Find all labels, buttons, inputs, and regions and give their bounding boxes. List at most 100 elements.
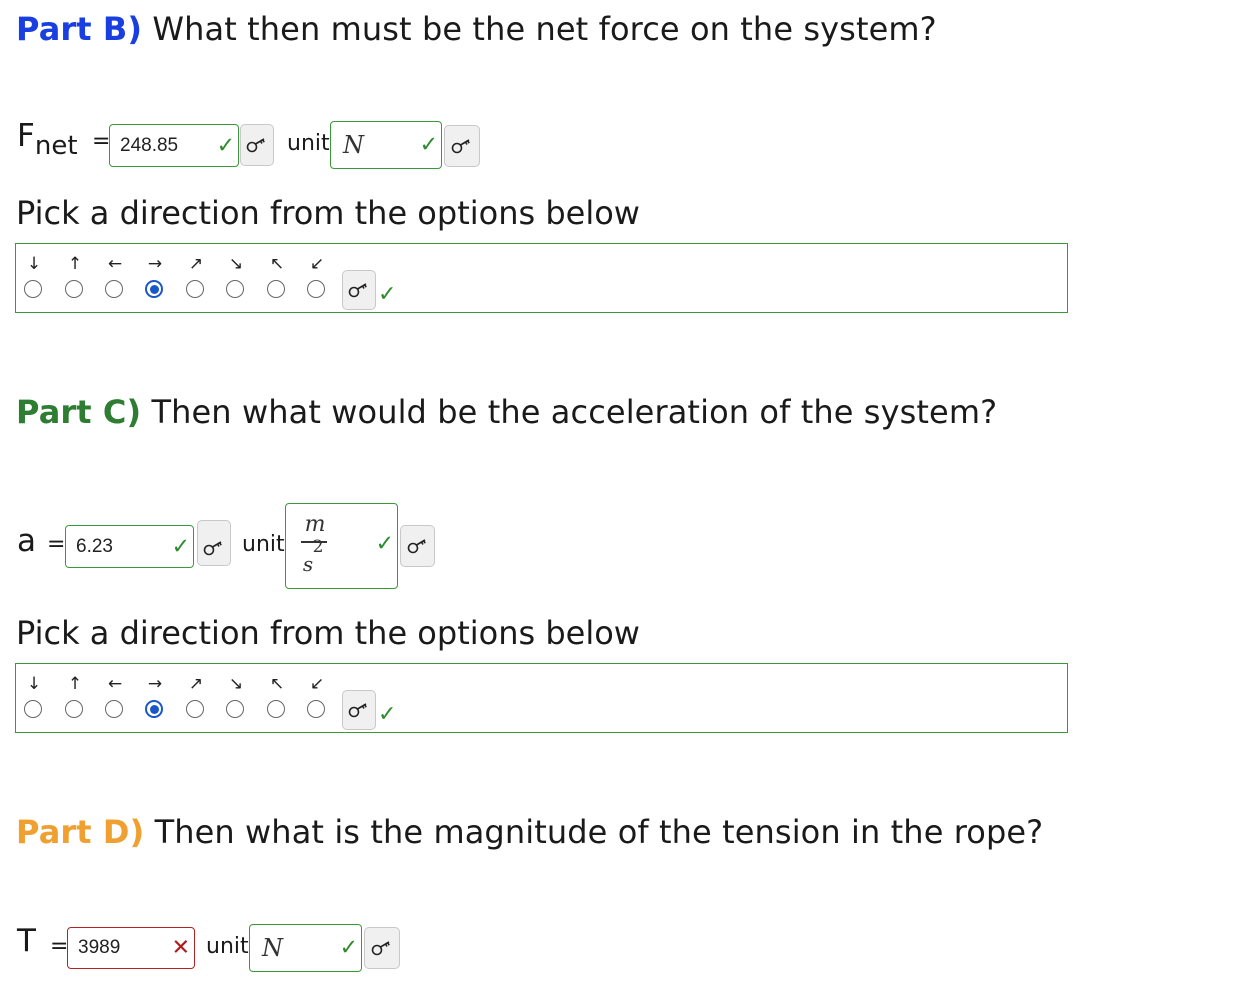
arrow-up-left-icon: ↖ (269, 254, 285, 274)
a-unit-check-icon: ✓ (375, 531, 394, 557)
part-b-question: What then must be the net force on the s… (142, 10, 937, 48)
fnet-unit-text: N (343, 131, 364, 159)
arrow-up-left-icon: ↖ (269, 674, 285, 694)
part-c-direction-key-button[interactable] (342, 690, 376, 730)
arrow-down-left-icon: ↙ (309, 674, 325, 694)
fnet-key-button[interactable] (240, 124, 274, 166)
a-value-check-icon: ✓ (171, 534, 190, 559)
fnet-variable: Fnet (17, 118, 78, 161)
part-b-dir-up-right[interactable]: ↗ (184, 244, 208, 308)
arrow-down-right-icon: ↘ (228, 254, 244, 274)
part-d-label: Part D) (16, 813, 145, 851)
radio-button[interactable] (226, 700, 244, 718)
radio-button[interactable] (65, 280, 83, 298)
part-b-direction-group: ↓ ↑ ← → ↗ ↘ ↖ ↙ ✓ (15, 243, 1068, 313)
key-icon (348, 703, 367, 718)
t-value-text: 3989 (78, 937, 121, 958)
radio-button[interactable] (24, 280, 42, 298)
a-key-button[interactable] (197, 520, 231, 566)
part-d-question: Then what is the magnitude of the tensio… (144, 813, 1044, 851)
t-unit-key-button[interactable] (364, 927, 400, 969)
part-c-dir-up-right[interactable]: ↗ (184, 664, 208, 728)
a-value-input[interactable]: 6.23 ✓ (65, 525, 194, 568)
fnet-var-main: F (17, 118, 35, 154)
fnet-value-text: 248.85 (120, 134, 179, 156)
part-c-label: Part C) (16, 393, 142, 431)
arrow-down-right-icon: ↘ (228, 674, 244, 694)
key-icon (451, 139, 470, 154)
t-value-input[interactable]: 3989 ✕ (67, 927, 195, 969)
part-c-direction-prompt: Pick a direction from the options below (16, 614, 640, 652)
arrow-up-icon: ↑ (67, 674, 83, 694)
part-d-heading: Part D) Then what is the magnitude of th… (16, 813, 1043, 851)
radio-button[interactable] (226, 280, 244, 298)
part-c-direction-check-icon: ✓ (378, 702, 397, 727)
part-b-dir-up[interactable]: ↑ (63, 244, 87, 308)
part-c-dir-up[interactable]: ↑ (63, 664, 87, 728)
part-b-dir-down-left[interactable]: ↙ (305, 244, 329, 308)
unit-numerator: m (304, 512, 326, 537)
a-variable: a (17, 523, 36, 559)
part-b-direction-check-icon: ✓ (378, 282, 397, 307)
arrow-left-icon: ← (107, 254, 123, 274)
arrow-up-icon: ↑ (67, 254, 83, 274)
radio-button[interactable] (186, 280, 204, 298)
radio-button[interactable] (105, 700, 123, 718)
t-unit-input[interactable]: N ✓ (249, 924, 362, 972)
part-b-label: Part B) (16, 10, 143, 48)
part-b-direction-key-button[interactable] (342, 270, 376, 310)
fnet-unit-label: unit (287, 131, 330, 156)
radio-button-selected[interactable] (145, 280, 163, 298)
fnet-unit-key-button[interactable] (444, 125, 480, 167)
fnet-value-check-icon: ✓ (216, 133, 235, 158)
t-unit-text: N (262, 934, 283, 962)
part-b-direction-prompt: Pick a direction from the options below (16, 194, 640, 232)
part-c-direction-group: ↓ ↑ ← → ↗ ↘ ↖ ↙ ✓ (15, 663, 1068, 733)
a-unit-key-button[interactable] (400, 525, 435, 567)
t-unit-label: unit (206, 934, 249, 959)
key-icon (246, 138, 265, 153)
radio-button[interactable] (186, 700, 204, 718)
arrow-up-right-icon: ↗ (188, 674, 204, 694)
a-equals: = (47, 532, 66, 557)
fnet-equals: = (92, 129, 111, 154)
part-c-dir-down-right[interactable]: ↘ (224, 664, 248, 728)
part-c-dir-right[interactable]: → (143, 664, 167, 728)
t-unit-check-icon: ✓ (339, 935, 358, 961)
part-c-dir-down[interactable]: ↓ (22, 664, 46, 728)
fnet-value-input[interactable]: 248.85 ✓ (109, 124, 239, 167)
radio-button[interactable] (267, 700, 285, 718)
part-b-dir-left[interactable]: ← (103, 244, 127, 308)
radio-button[interactable] (267, 280, 285, 298)
a-value-text: 6.23 (76, 535, 113, 557)
t-equals: = (50, 934, 69, 959)
arrow-down-left-icon: ↙ (309, 254, 325, 274)
t-value-cross-icon: ✕ (171, 935, 190, 961)
radio-button[interactable] (307, 280, 325, 298)
fnet-var-sub: net (34, 131, 78, 161)
a-unit-input[interactable]: m s 2 ✓ (285, 503, 398, 589)
part-b-dir-right[interactable]: → (143, 244, 167, 308)
fnet-unit-input[interactable]: N ✓ (330, 121, 442, 169)
radio-button[interactable] (307, 700, 325, 718)
part-c-dir-left[interactable]: ← (103, 664, 127, 728)
part-b-dir-up-left[interactable]: ↖ (265, 244, 289, 308)
unit-exponent: 2 (312, 537, 324, 557)
arrow-right-icon: → (147, 254, 163, 274)
arrow-right-icon: → (147, 674, 163, 694)
radio-button[interactable] (105, 280, 123, 298)
radio-button[interactable] (24, 700, 42, 718)
radio-button-selected[interactable] (145, 700, 163, 718)
t-variable: T (17, 923, 36, 959)
key-icon (348, 283, 367, 298)
part-c-dir-up-left[interactable]: ↖ (265, 664, 289, 728)
part-b-dir-down[interactable]: ↓ (22, 244, 46, 308)
part-b-dir-down-right[interactable]: ↘ (224, 244, 248, 308)
part-c-dir-down-left[interactable]: ↙ (305, 664, 329, 728)
fnet-unit-check-icon: ✓ (419, 132, 438, 158)
key-icon (371, 941, 390, 956)
arrow-up-right-icon: ↗ (188, 254, 204, 274)
arrow-down-icon: ↓ (26, 674, 42, 694)
key-icon (407, 539, 426, 554)
radio-button[interactable] (65, 700, 83, 718)
